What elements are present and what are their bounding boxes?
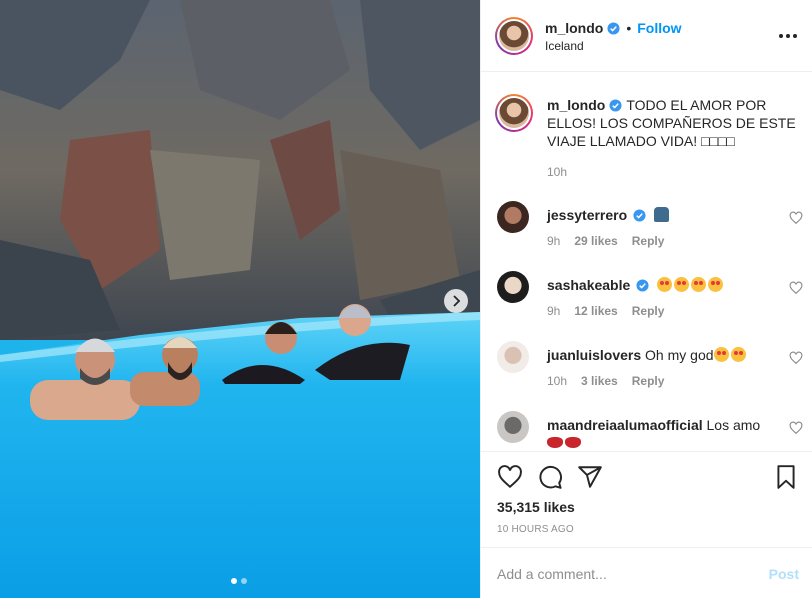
comment-item: sashakeable 9h 12 likes Reply [495, 271, 805, 331]
comment-body: jessyterrero [547, 206, 767, 224]
comment-body: sashakeable [547, 276, 767, 294]
commenter-avatar[interactable] [497, 271, 529, 303]
share-icon[interactable] [577, 464, 603, 490]
comment-text: Oh my god [645, 347, 714, 363]
comment-reply-button[interactable]: Reply [632, 374, 665, 388]
comments-list[interactable]: m_londo TODO EL AMOR POR ELLOS! LOS COMPA… [481, 72, 812, 450]
comment-icon[interactable] [537, 464, 563, 490]
carousel-dot [241, 578, 247, 584]
person-emoji-icon [653, 207, 669, 222]
chevron-right-icon [453, 295, 461, 307]
commenter-avatar[interactable] [497, 341, 529, 373]
verified-badge-icon [607, 21, 620, 35]
comment-meta: 9h 12 likes Reply [547, 304, 664, 318]
comment-time: 10h [547, 374, 568, 388]
comment-text: Los amo [706, 417, 761, 433]
caption-username[interactable]: m_londo [547, 97, 605, 113]
comment-username[interactable]: juanluislovers [547, 347, 641, 363]
carousel-indicator [231, 578, 247, 584]
likes-count[interactable]: 35,315 likes [497, 499, 575, 515]
post-comment-button[interactable]: Post [769, 566, 799, 582]
comment-reply-button[interactable]: Reply [632, 234, 665, 248]
comment-time: 9h [547, 304, 561, 318]
comment-body: maandreiaalumaofficial Los amo [547, 416, 777, 450]
comment-input[interactable] [497, 564, 757, 584]
comment-time: 9h [547, 234, 561, 248]
verified-badge-icon [633, 209, 646, 222]
comment-item: maandreiaalumaofficial Los amo [495, 411, 805, 450]
comment-item: juanluislovers Oh my god 10h 3 likes Rep… [495, 341, 805, 401]
verified-badge-icon [636, 279, 649, 292]
comment-username[interactable]: maandreiaalumaofficial [547, 417, 703, 433]
author-row: m_londo • Follow [545, 20, 682, 36]
comment-meta: 9h 29 likes Reply [547, 234, 664, 248]
caption-avatar[interactable] [495, 94, 533, 132]
lips-emoji-icon [547, 437, 563, 448]
heart-eyes-emoji-icon [730, 347, 746, 362]
comment-meta: 10h 3 likes Reply [547, 374, 664, 388]
post-actions: 35,315 likes 10 HOURS AGO [481, 451, 812, 547]
commenter-avatar[interactable] [497, 201, 529, 233]
comment-username[interactable]: sashakeable [547, 277, 630, 293]
author-username[interactable]: m_londo [545, 20, 603, 36]
post-header: m_londo • Follow Iceland [481, 0, 812, 72]
carousel-dot-active [231, 578, 237, 584]
heart-eyes-emoji-icon [713, 347, 729, 362]
comment-like-heart-icon[interactable] [789, 421, 803, 435]
heart-eyes-emoji-icon [657, 277, 673, 292]
post-photo[interactable] [0, 0, 480, 598]
comment-likes[interactable]: 29 likes [574, 234, 617, 248]
add-comment-bar: Post [481, 547, 812, 598]
caption-text: m_londo TODO EL AMOR POR ELLOS! LOS COMPA… [547, 96, 797, 150]
author-avatar[interactable] [495, 17, 533, 55]
commenter-avatar[interactable] [497, 411, 529, 443]
comment-reply-button[interactable]: Reply [632, 304, 665, 318]
follow-button[interactable]: Follow [637, 20, 681, 36]
next-photo-button[interactable] [444, 289, 468, 313]
comment-likes[interactable]: 12 likes [574, 304, 617, 318]
heart-icon[interactable] [497, 464, 523, 490]
bookmark-icon[interactable] [773, 464, 799, 490]
heart-eyes-emoji-icon [674, 277, 690, 292]
header-separator: • [626, 20, 632, 36]
photo-scene [0, 0, 480, 598]
comment-like-heart-icon[interactable] [789, 211, 803, 225]
post-side-panel: m_londo • Follow Iceland m_londo TODO EL … [480, 0, 812, 598]
comment-likes[interactable]: 3 likes [581, 374, 618, 388]
instagram-post-view: m_londo • Follow Iceland m_londo TODO EL … [0, 0, 812, 598]
heart-eyes-emoji-icon [708, 277, 724, 292]
caption-time: 10h [547, 165, 568, 179]
comment-username[interactable]: jessyterrero [547, 207, 627, 223]
post-timestamp: 10 HOURS AGO [497, 524, 574, 535]
post-location[interactable]: Iceland [545, 39, 584, 53]
heart-eyes-emoji-icon [691, 277, 707, 292]
more-options-icon[interactable] [779, 26, 799, 46]
comment-like-heart-icon[interactable] [789, 351, 803, 365]
lips-emoji-icon [565, 437, 581, 448]
comment-body: juanluislovers Oh my god [547, 346, 767, 364]
comment-like-heart-icon[interactable] [789, 281, 803, 295]
comment-item: jessyterrero 9h 29 likes Reply [495, 201, 805, 261]
verified-badge-icon [609, 99, 622, 112]
